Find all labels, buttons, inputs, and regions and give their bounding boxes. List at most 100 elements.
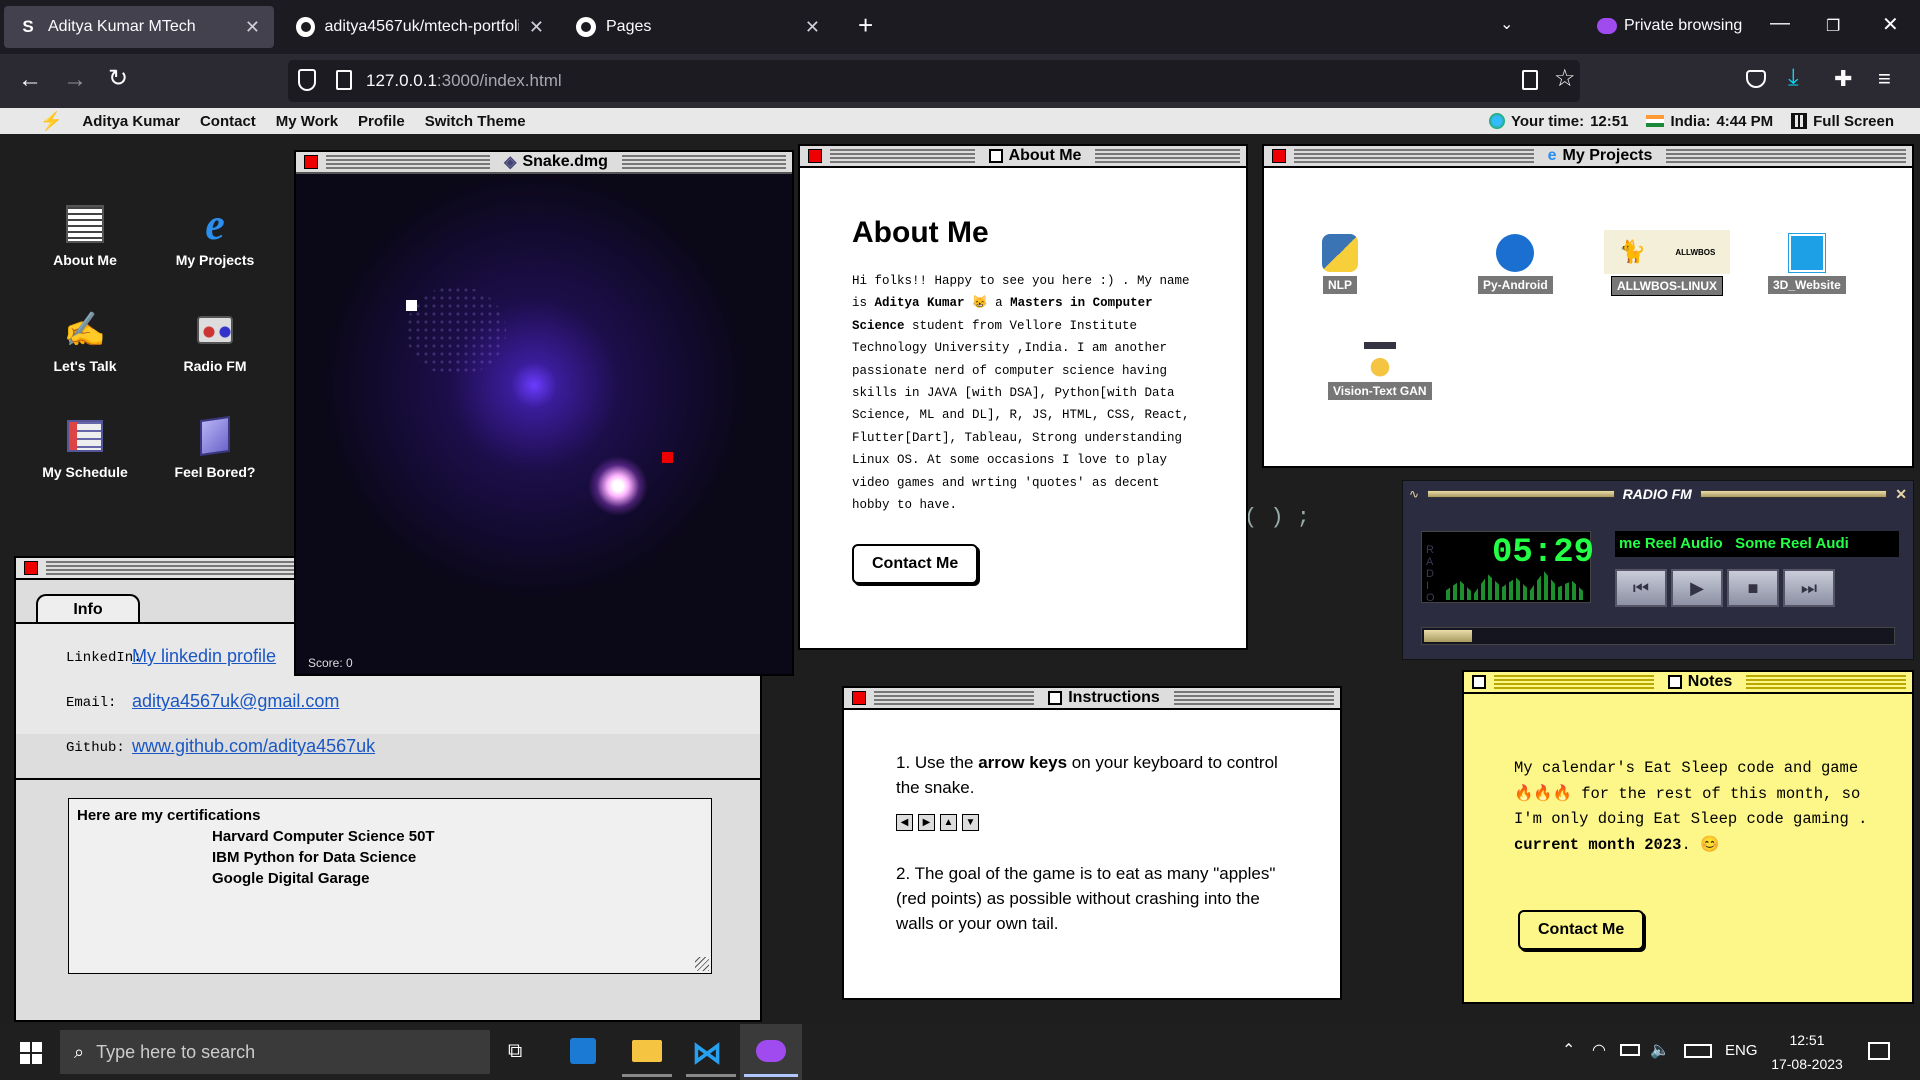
browser-tab-pages[interactable]: Pages ✕ (562, 6, 834, 48)
project-label: 3D_Website (1768, 276, 1846, 294)
seek-handle[interactable] (1424, 630, 1472, 642)
projects-title-bar[interactable]: e My Projects (1264, 146, 1912, 168)
desktop-icon-my-schedule[interactable]: My Schedule (30, 414, 140, 480)
cert-heading: Here are my certifications (77, 807, 261, 824)
downloads-icon[interactable]: ⤓ (1788, 64, 1799, 92)
close-window-icon[interactable] (304, 155, 318, 169)
private-mask-icon (1597, 18, 1617, 34)
forward-icon[interactable]: → (63, 66, 87, 94)
github-link[interactable]: www.github.com/aditya4567uk (132, 736, 375, 757)
firefox-private-icon[interactable] (756, 1040, 786, 1062)
new-tab-icon[interactable]: + (858, 10, 873, 41)
volume-icon[interactable]: 🔈 (1650, 1040, 1670, 1060)
desktop-icon-lets-talk[interactable]: ✍ Let's Talk (30, 308, 140, 374)
page-icon (336, 70, 352, 90)
snake-game-canvas[interactable]: Score: 0 (296, 176, 792, 674)
desktop-icon-my-projects[interactable]: e My Projects (160, 200, 270, 269)
file-explorer-icon[interactable] (632, 1040, 662, 1062)
next-track-icon[interactable]: ⏭ (1783, 569, 1835, 607)
vscode-icon[interactable]: ⋈ (692, 1036, 722, 1071)
menu-switch-theme[interactable]: Switch Theme (425, 113, 526, 130)
taskbar-time[interactable]: 12:51 (1772, 1032, 1842, 1048)
desktop-icon-radio-fm[interactable]: Radio FM (160, 308, 270, 374)
cert-item: IBM Python for Data Science (212, 849, 417, 866)
menu-profile[interactable]: Profile (358, 113, 405, 130)
tray-chevron-icon[interactable]: ⌃ (1562, 1040, 1575, 1060)
resize-grip-icon[interactable] (695, 957, 709, 971)
project-nlp[interactable]: NLP (1322, 234, 1358, 294)
extensions-icon[interactable]: ✚ (1834, 66, 1852, 92)
windows-start-icon[interactable] (20, 1042, 42, 1064)
apple (662, 452, 673, 463)
notes-title-bar[interactable]: Notes (1464, 672, 1912, 694)
linkedin-link[interactable]: My linkedin profile (132, 646, 276, 667)
linkedin-label: LinkedIn: (66, 650, 142, 666)
reload-icon[interactable]: ↻ (108, 64, 128, 93)
network-icon[interactable]: ◠ (1592, 1040, 1606, 1060)
spectrum-visualizer (1446, 571, 1586, 600)
close-radio-icon[interactable]: ✕ (1895, 486, 1907, 503)
minimize-window-icon[interactable]: — (1770, 12, 1790, 35)
radio-title-bar[interactable]: ∿ RADIO FM ✕ (1403, 481, 1913, 507)
play-icon[interactable]: ▶ (1671, 569, 1723, 607)
store-app-icon[interactable] (570, 1038, 596, 1064)
tab-list-chevron-icon[interactable]: ⌄ (1500, 14, 1513, 34)
radio-seek-bar[interactable] (1421, 627, 1895, 645)
about-title-bar[interactable]: About Me (800, 146, 1246, 168)
menu-icon[interactable]: ≡ (1878, 66, 1891, 92)
notes-checkbox-icon[interactable] (1472, 675, 1486, 689)
desktop-icon-about-me[interactable]: About Me (30, 202, 140, 268)
close-tab-icon[interactable]: ✕ (529, 17, 544, 38)
close-tab-icon[interactable]: ✕ (805, 17, 820, 38)
radio-logo-icon: ∿ (1409, 487, 1420, 501)
battery-icon[interactable] (1620, 1044, 1640, 1056)
lightning-icon: ⚡ (40, 110, 63, 131)
folder-icon (193, 414, 237, 458)
globe-icon (1489, 113, 1505, 129)
browser-tab-github[interactable]: aditya4567uk/mtech-portfolio- ✕ (282, 6, 558, 48)
certifications-textarea[interactable]: Here are my certifications Harvard Compu… (68, 798, 712, 974)
desktop-icon-feel-bored[interactable]: Feel Bored? (160, 414, 270, 480)
close-window-icon[interactable] (1272, 149, 1286, 163)
taskbar-search-box[interactable]: ⌕ Type here to search (60, 1030, 490, 1074)
india-flag-icon (1646, 115, 1665, 127)
taskbar-date[interactable]: 17-08-2023 (1768, 1056, 1846, 1072)
menu-logo[interactable]: Aditya Kumar (82, 113, 180, 130)
stop-icon[interactable]: ■ (1727, 569, 1779, 607)
notification-center-icon[interactable] (1868, 1042, 1890, 1060)
bookmark-star-icon[interactable]: ☆ (1554, 64, 1576, 93)
menu-contact[interactable]: Contact (200, 113, 256, 130)
instructions-title-bar[interactable]: Instructions (844, 688, 1340, 710)
newspaper-icon (63, 202, 107, 246)
close-window-icon[interactable] (24, 561, 38, 575)
shield-icon[interactable] (298, 69, 316, 91)
close-window-icon[interactable]: ✕ (1882, 12, 1899, 37)
close-window-icon[interactable] (852, 691, 866, 705)
url-text[interactable]: 127.0.0.1:3000/index.html (366, 71, 562, 91)
tab-info[interactable]: Info (36, 594, 140, 624)
reader-view-icon[interactable] (1522, 70, 1538, 90)
fullscreen-button[interactable]: Full Screen (1791, 113, 1894, 130)
back-icon[interactable]: ← (18, 66, 42, 94)
close-window-icon[interactable] (808, 149, 822, 163)
email-link[interactable]: aditya4567uk@gmail.com (132, 691, 339, 712)
project-allwbos-linux[interactable]: 🐈 ALLWBOS ALLWBOS-LINUX (1604, 230, 1730, 296)
snake-title-bar[interactable]: ◈ Snake.dmg (296, 152, 792, 174)
notes-contact-me-button[interactable]: Contact Me (1518, 910, 1645, 950)
contact-me-button[interactable]: Contact Me (852, 544, 979, 585)
close-tab-icon[interactable]: ✕ (245, 17, 260, 38)
ie-icon: e (1547, 147, 1557, 164)
project-3d-website[interactable]: 3D_Website (1768, 233, 1846, 294)
keyboard-icon[interactable] (1684, 1044, 1712, 1058)
allwbos-logo-icon: 🐈 ALLWBOS (1604, 230, 1730, 274)
task-view-icon[interactable]: ⧉ (508, 1040, 522, 1063)
project-vision-text-gan[interactable]: Vision-Text GAN (1328, 342, 1432, 400)
previous-track-icon[interactable]: ⏮ (1615, 569, 1667, 607)
project-py-android[interactable]: Py-Android (1478, 234, 1553, 294)
window-title: My Projects (1562, 147, 1653, 164)
project-label: NLP (1323, 276, 1357, 294)
menu-my-work[interactable]: My Work (276, 113, 338, 130)
language-indicator[interactable]: ENG (1725, 1042, 1758, 1059)
browser-tab-portfolio[interactable]: S Aditya Kumar MTech ✕ (4, 6, 274, 48)
restore-window-icon[interactable]: ❐ (1826, 16, 1840, 36)
